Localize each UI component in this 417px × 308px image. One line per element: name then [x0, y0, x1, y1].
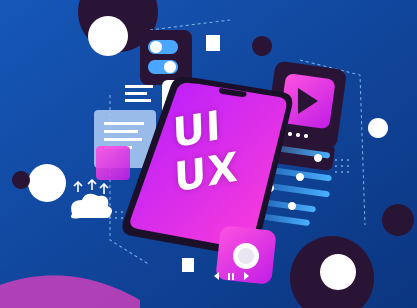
dark-dot	[382, 204, 414, 236]
white-bubble	[28, 164, 66, 202]
white-square	[206, 35, 220, 51]
toggle-switch-icon	[140, 30, 192, 85]
ui-ux-illustration: UI UX	[0, 0, 417, 308]
white-bubble	[320, 254, 356, 290]
pink-tile	[96, 146, 130, 180]
dark-dot	[12, 171, 30, 189]
white-bubble	[88, 16, 128, 56]
white-square	[182, 258, 194, 272]
phone-screen-text: UI UX	[172, 96, 264, 201]
dark-dot	[252, 36, 272, 56]
white-bubble	[368, 118, 388, 138]
